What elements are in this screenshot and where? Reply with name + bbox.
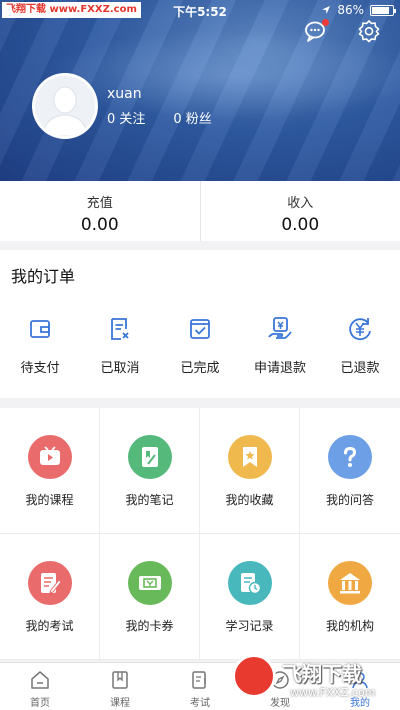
orders-title: 我的订单 [11, 267, 76, 286]
institution-icon [328, 561, 372, 605]
avatar[interactable] [32, 73, 98, 139]
feature-my-coupons[interactable]: 我的卡券 [100, 534, 200, 660]
study-record-icon [227, 561, 272, 605]
order-pending-payment-label: 待支付 [20, 361, 60, 376]
feature-my-qa-label: 我的问答 [325, 493, 374, 507]
refunded-yuan-icon [349, 318, 371, 341]
watermark-url: www.FXXZ.com [290, 686, 376, 699]
feature-study-records-label: 学习记录 [225, 619, 274, 633]
order-cancelled-label: 已取消 [100, 361, 140, 376]
following-count[interactable]: 0 关注 [107, 108, 145, 127]
income-balance[interactable]: 收入 0.00 [199, 181, 400, 241]
feature-study-records[interactable]: 学习记录 [200, 534, 300, 660]
feature-my-exams-label: 我的考试 [25, 619, 74, 633]
feature-my-favorites-label: 我的收藏 [225, 493, 274, 507]
message-button[interactable] [303, 18, 329, 44]
cancelled-doc-icon [111, 318, 129, 340]
order-completed-label: 已完成 [180, 361, 220, 376]
follow-stats: 0 关注 0 粉丝 [107, 108, 212, 127]
order-pending-payment[interactable]: 待支付 [0, 315, 80, 376]
settings-button[interactable] [356, 18, 382, 44]
notes-icon [127, 435, 172, 479]
order-refunded-label: 已退款 [340, 361, 380, 376]
order-refunded[interactable]: 已退款 [320, 315, 400, 376]
feature-my-notes[interactable]: 我的笔记 [100, 408, 200, 534]
order-status-row: 待支付 已取消 已完成 申请退款 已退款 [0, 315, 400, 376]
exam-tab-icon [192, 671, 206, 689]
feature-my-courses[interactable]: 我的课程 [0, 408, 100, 534]
course-icon [112, 671, 128, 689]
feature-my-institution[interactable]: 我的机构 [300, 534, 400, 660]
feature-my-notes-label: 我的笔记 [125, 493, 174, 507]
income-label: 收入 [287, 196, 314, 211]
video-course-icon [27, 435, 72, 479]
recharge-balance[interactable]: 充值 0.00 [0, 181, 200, 241]
feature-my-favorites[interactable]: 我的收藏 [200, 408, 300, 534]
coupon-icon [127, 561, 172, 605]
tab-home[interactable]: 首页 [0, 663, 80, 710]
recharge-label: 充值 [86, 196, 113, 211]
tab-exams-label: 考试 [190, 698, 210, 709]
feature-my-institution-label: 我的机构 [325, 619, 374, 633]
notification-dot [322, 19, 329, 26]
username[interactable]: xuan [107, 86, 142, 102]
favorites-icon [227, 435, 272, 479]
feature-my-qa[interactable]: 我的问答 [300, 408, 400, 534]
question-icon [328, 435, 372, 479]
feature-my-coupons-label: 我的卡券 [125, 619, 174, 633]
order-refund-request-label: 申请退款 [253, 361, 306, 376]
exam-icon [27, 561, 72, 605]
order-cancelled[interactable]: 已取消 [80, 315, 160, 376]
income-value: 0.00 [281, 215, 320, 235]
feature-grid: 我的课程 我的笔记 我的收藏 我的问答 我的考试 我的卡券 学习记录 我的机构 [0, 408, 400, 660]
tab-courses[interactable]: 课程 [80, 663, 160, 710]
balance-panel: 充值 0.00 收入 0.00 [0, 181, 400, 241]
refund-request-icon [268, 317, 292, 339]
order-refund-request[interactable]: 申请退款 [240, 315, 320, 376]
tab-home-label: 首页 [30, 698, 50, 709]
followers-count[interactable]: 0 粉丝 [173, 108, 211, 127]
my-orders-section: 我的订单 待支付 已取消 已完成 申请退款 已退款 [0, 250, 400, 398]
default-avatar-icon [35, 76, 95, 136]
profile-page: 飞翔下载 www.FXXZ.com 下午5:52 86% xuan 0 关注 0… [0, 0, 400, 710]
order-completed[interactable]: 已完成 [160, 315, 240, 376]
tab-courses-label: 课程 [110, 698, 130, 709]
wallet-icon [30, 320, 50, 338]
status-bar: 飞翔下载 www.FXXZ.com 下午5:52 86% [0, 0, 400, 22]
recharge-value: 0.00 [80, 215, 119, 235]
location-icon [322, 6, 331, 14]
check-box-icon [190, 319, 210, 339]
watermark-logo-icon [232, 654, 276, 698]
tab-exams[interactable]: 考试 [160, 663, 240, 710]
battery-icon [370, 4, 396, 16]
watermark-title: 飞翔下载 [282, 662, 362, 686]
feature-my-courses-label: 我的课程 [25, 493, 74, 507]
gear-icon [358, 20, 380, 43]
home-icon [31, 671, 49, 689]
status-right: 86% [321, 3, 396, 17]
battery-percent: 86% [337, 3, 364, 17]
watermark-bottom-right: 飞翔下载 www.FXXZ.com [232, 652, 400, 708]
feature-my-exams[interactable]: 我的考试 [0, 534, 100, 660]
